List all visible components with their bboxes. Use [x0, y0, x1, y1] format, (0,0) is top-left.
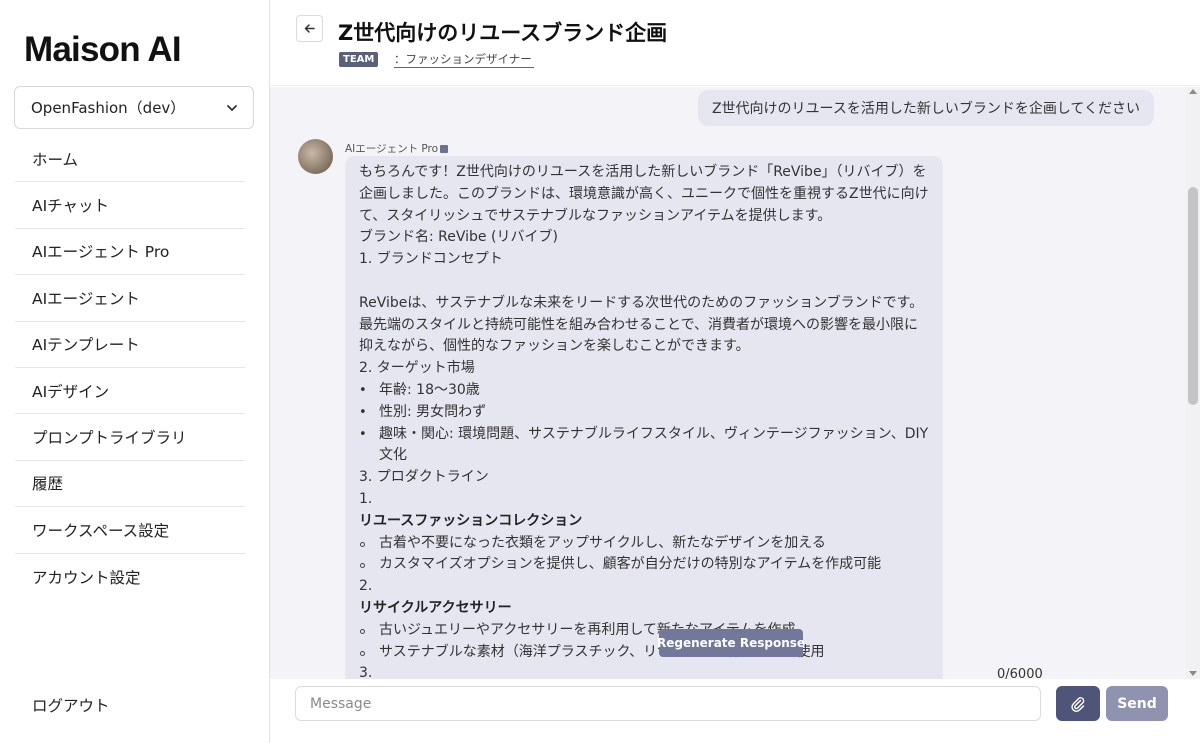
attach-button[interactable] [1056, 686, 1100, 721]
ai-message: もちろんです！Z世代向けのリユースを活用した新しいブランド「ReVibe」（リバ… [345, 156, 943, 679]
workspace-select-value: OpenFashion（dev） [31, 99, 186, 117]
ai-message-spacer [359, 271, 929, 293]
ai-message-subbullet: サステナブルな素材（海洋プラスチック、リサイクル素材など）を使用 [359, 642, 929, 664]
team-badge: TEAM [339, 52, 379, 67]
ai-message-paragraph: 3. [359, 665, 373, 679]
ai-message-paragraph: ブランド名: ReVibe (リバイブ) [359, 229, 558, 246]
sidebar: Maison AI OpenFashion（dev） ホーム AIチャット AI… [0, 0, 270, 743]
sidebar-item-history[interactable]: 履歴 [15, 461, 245, 508]
ai-message-paragraph: 1. [359, 490, 373, 507]
ai-message-heading: リサイクルアクセサリー [359, 599, 512, 616]
paperclip-icon [1071, 696, 1085, 712]
chat-scrollbar[interactable] [1186, 87, 1200, 679]
scroll-thumb[interactable] [1188, 187, 1198, 405]
ai-message-paragraph: 2. ターゲット市場 [359, 360, 475, 377]
logout-link[interactable]: ログアウト [32, 694, 110, 716]
ai-message-paragraph: ReVibeは、サステナブルな未来をリードする次世代のためのファッションブランド… [359, 294, 924, 355]
sidebar-item-home[interactable]: ホーム [15, 136, 245, 183]
chevron-down-icon [227, 104, 237, 111]
ai-message-heading: リユースファッションコレクション [359, 512, 583, 529]
ai-message-bullet: 年齢: 18〜30歳 [359, 380, 929, 402]
ai-message-paragraph: 2. [359, 578, 373, 595]
back-button[interactable] [296, 15, 323, 42]
sidebar-item-prompt-library[interactable]: プロンプトライブラリ [15, 414, 245, 461]
chat-header: Z世代向けのリユースブランド企画 TEAM ：ファッションデザイナー [270, 0, 1200, 86]
sidebar-item-ai-design[interactable]: AIデザイン [15, 368, 245, 415]
sidebar-item-ai-chat[interactable]: AIチャット [15, 182, 245, 229]
agent-badge-icon [440, 145, 449, 153]
app-logo: Maison AI [24, 30, 182, 69]
ai-message-paragraph: 3. プロダクトライン [359, 469, 489, 486]
ai-message-paragraph: もちろんです！Z世代向けのリユースを活用した新しいブランド「ReVibe」（リバ… [359, 164, 929, 224]
regenerate-response-button[interactable]: Regenerate Response [657, 629, 805, 657]
page-title: Z世代向けのリユースブランド企画 [338, 21, 668, 45]
user-message: Z世代向けのリユースを活用した新しいブランドを企画してください [697, 90, 1154, 126]
char-counter: 0/6000 [997, 667, 1043, 682]
agent-avatar [298, 139, 333, 174]
send-button[interactable]: Send [1106, 686, 1168, 721]
chat-thread[interactable]: Z世代向けのリユースを活用した新しいブランドを企画してください AIエージェント… [270, 87, 1186, 679]
message-input[interactable] [295, 686, 1041, 721]
sidebar-item-account-settings[interactable]: アカウント設定 [15, 554, 245, 600]
ai-message-paragraph: 1. ブランドコンセプト [359, 251, 503, 268]
agent-name: AIエージェント Pro [345, 143, 439, 155]
workspace-select[interactable]: OpenFashion（dev） [14, 86, 254, 129]
scroll-up-icon[interactable] [1189, 89, 1197, 94]
ai-message-subbullet: 古着や不要になった衣類をアップサイクルし、新たなデザインを加える [359, 533, 929, 555]
agent-name-label: AIエージェント Pro [345, 141, 449, 156]
ai-message-bullet: 趣味・関心: 環境問題、サステナブルライフスタイル、ヴィンテージファッション、D… [359, 424, 929, 468]
arrow-left-icon [304, 24, 315, 33]
ai-message-bullet: 性別: 男女問わず [359, 402, 929, 424]
ai-message-subbullet: 古いジュエリーやアクセサリーを再利用して新たなアイテムを作成 [359, 620, 929, 642]
sidebar-item-ai-agent[interactable]: AIエージェント [15, 275, 245, 322]
sidebar-item-workspace-settings[interactable]: ワークスペース設定 [15, 507, 245, 554]
scroll-down-icon[interactable] [1189, 671, 1197, 676]
ai-message-subbullet: カスタマイズオプションを提供し、顧客が自分だけの特別なアイテムを作成可能 [359, 554, 929, 576]
role-link[interactable]: ：ファッションデザイナー [394, 52, 534, 68]
sidebar-item-ai-agent-pro[interactable]: AIエージェント Pro [15, 229, 245, 276]
sidebar-item-ai-template[interactable]: AIテンプレート [15, 322, 245, 368]
sidebar-nav: ホーム AIチャット AIエージェント Pro AIエージェント AIテンプレー… [15, 136, 245, 600]
